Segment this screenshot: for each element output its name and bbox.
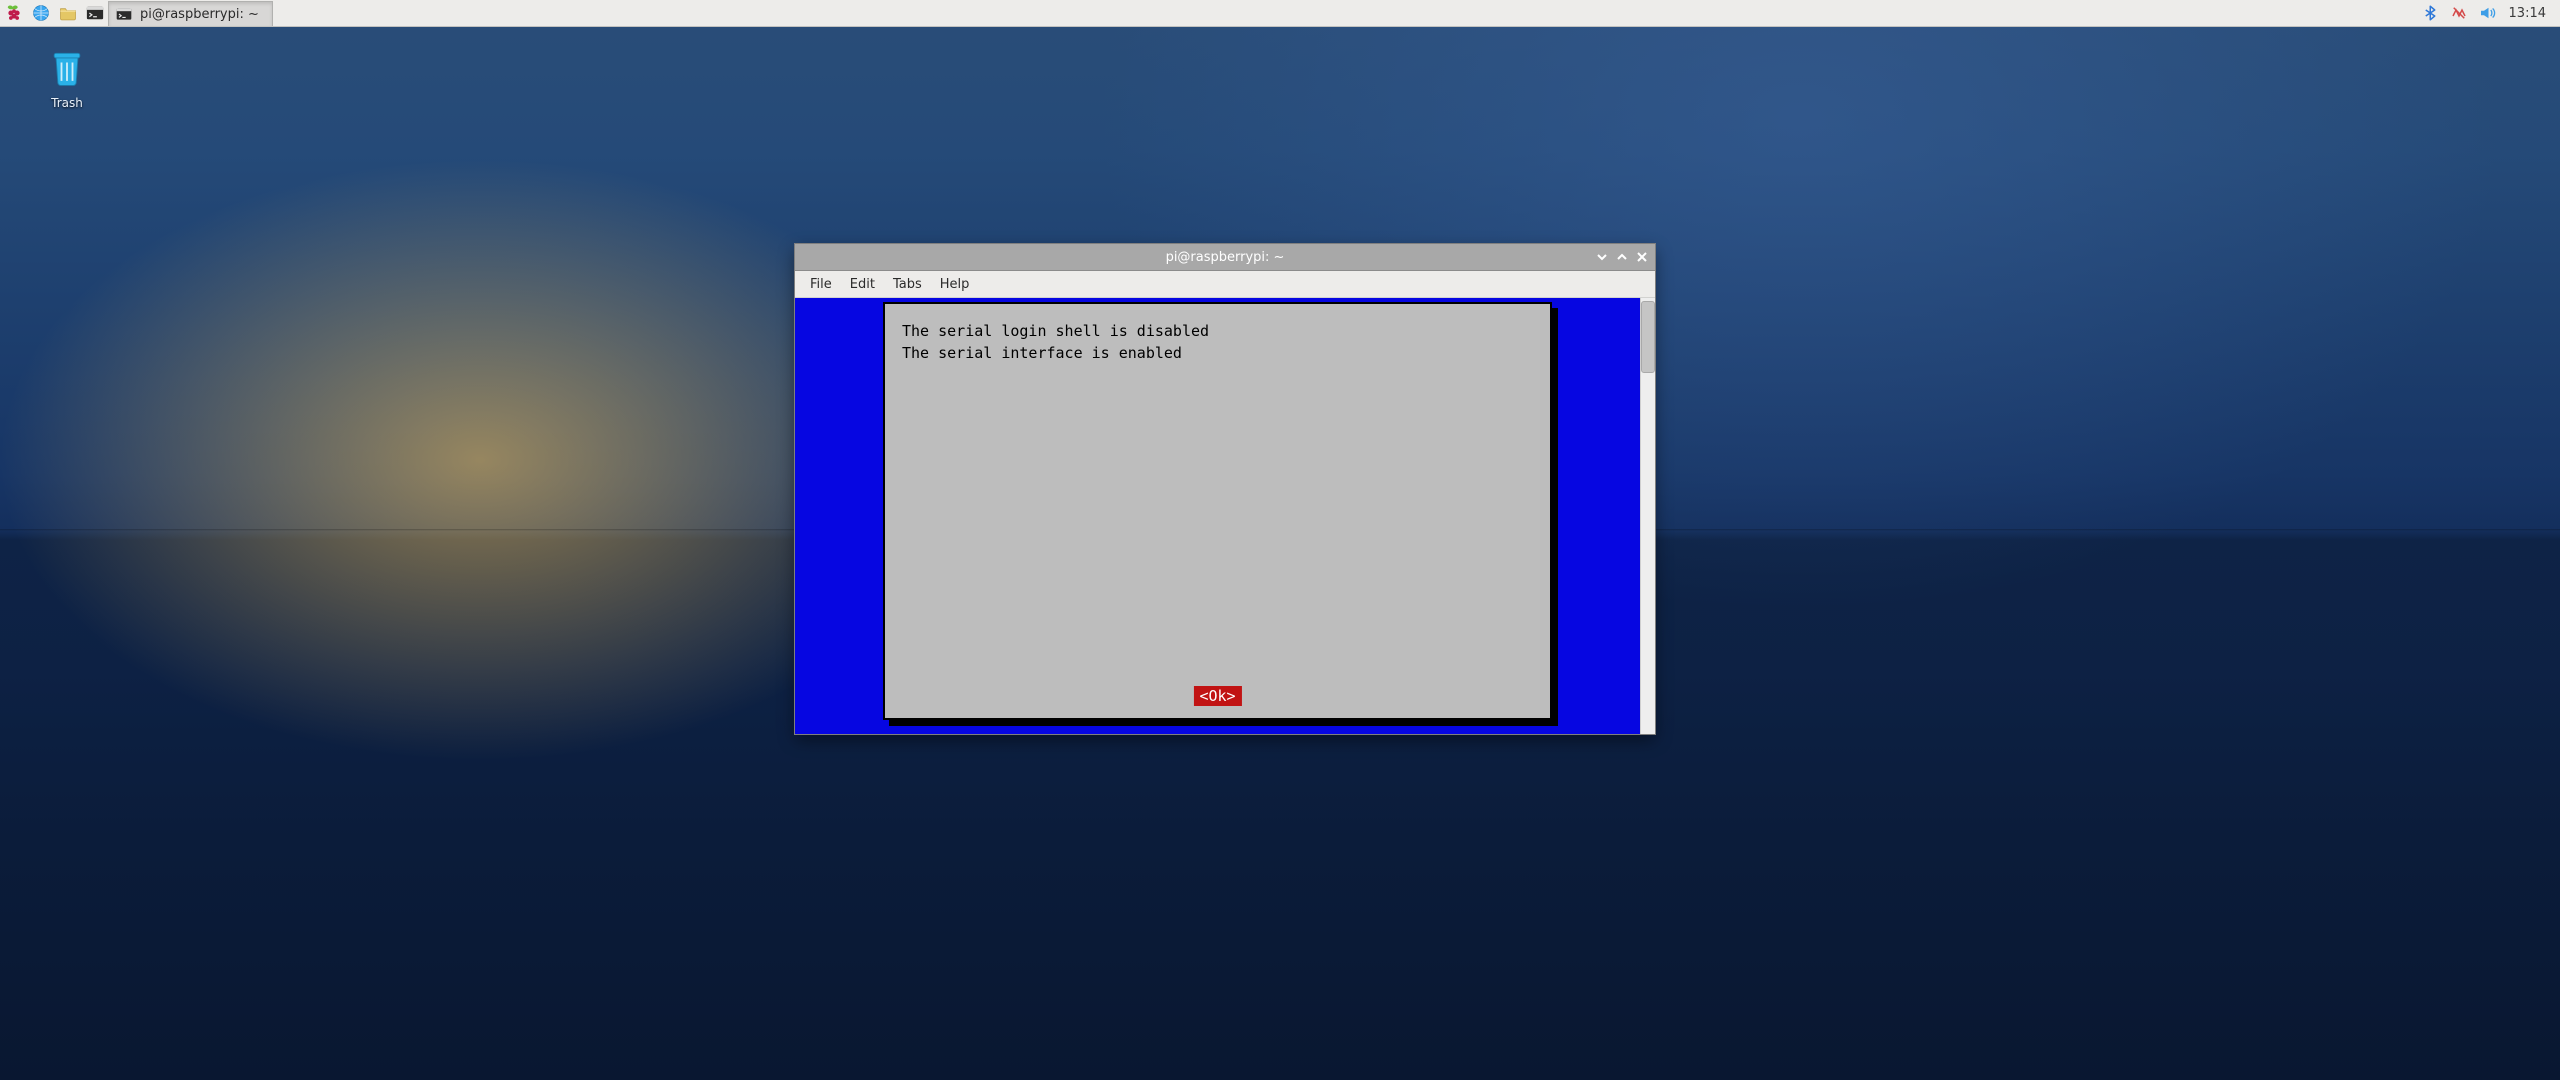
dialog-line-1: The serial login shell is disabled [902,322,1209,340]
menu-file[interactable]: File [801,273,841,296]
folder-icon [58,3,78,23]
terminal-icon [115,5,133,23]
window-close-button[interactable] [1633,249,1650,266]
taskbar-window-terminal[interactable]: pi@raspberrypi: ~ [108,1,273,26]
globe-icon [31,3,51,23]
desktop-trash-label: Trash [28,96,106,110]
tray-network[interactable] [2449,0,2469,27]
window-title: pi@raspberrypi: ~ [1166,250,1285,265]
window-titlebar[interactable]: pi@raspberrypi: ~ [795,244,1655,271]
raspberry-icon [4,3,24,23]
scrollbar-thumb[interactable] [1641,301,1655,373]
terminal-menubar: File Edit Tabs Help [795,271,1655,298]
dialog-line-2: The serial interface is enabled [902,344,1182,362]
menu-help[interactable]: Help [931,273,979,296]
web-browser-launcher[interactable] [27,0,54,27]
panel-clock[interactable]: 13:14 [2505,6,2550,21]
terminal-scrollbar[interactable] [1640,298,1655,734]
menu-launcher[interactable] [0,0,27,27]
terminal-icon [85,3,105,23]
menu-edit[interactable]: Edit [841,273,884,296]
window-minimize-button[interactable] [1593,249,1610,266]
taskbar-window-label: pi@raspberrypi: ~ [140,7,259,22]
chevron-up-icon [1615,250,1629,264]
terminal-launcher[interactable] [81,0,108,27]
chevron-down-icon [1595,250,1609,264]
volume-icon [2478,4,2496,22]
terminal-window: pi@raspberrypi: ~ File Edit Tabs Help Th… [795,244,1655,734]
trash-icon [39,44,95,92]
menu-tabs[interactable]: Tabs [884,273,931,296]
bluetooth-icon [2422,4,2440,22]
dialog-ok-button[interactable]: <Ok> [1193,686,1241,706]
file-manager-launcher[interactable] [54,0,81,27]
config-dialog: The serial login shell is disabled The s… [883,302,1552,720]
close-icon [1635,250,1649,264]
dialog-body: The serial login shell is disabled The s… [888,307,1547,715]
window-maximize-button[interactable] [1613,249,1630,266]
desktop-trash-icon[interactable]: Trash [28,44,106,110]
terminal-viewport[interactable]: The serial login shell is disabled The s… [795,298,1640,734]
system-panel: pi@raspberrypi: ~ 13:14 [0,0,2560,27]
network-disconnected-icon [2450,4,2468,22]
tray-bluetooth[interactable] [2421,0,2441,27]
tray-volume[interactable] [2477,0,2497,27]
